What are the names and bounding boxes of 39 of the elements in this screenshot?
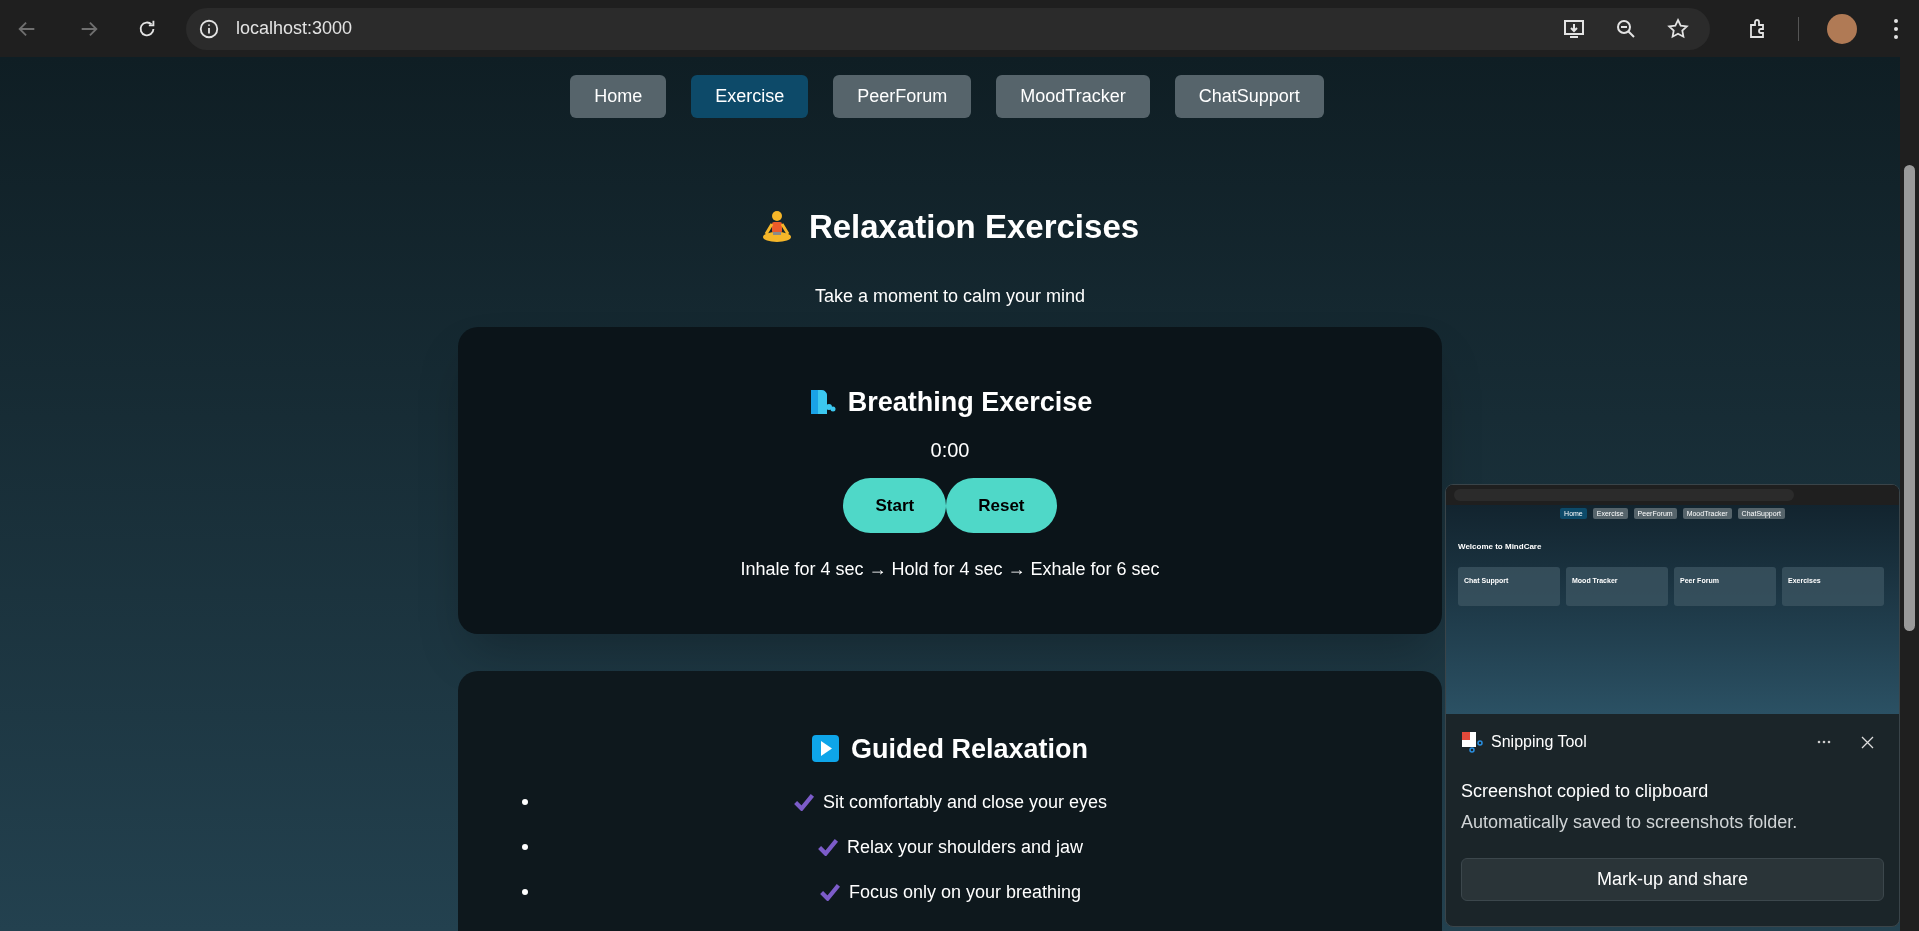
instructions-text: Inhale for 4 sec → Hold for 4 sec → Exhale for 6 sec [740,558,1160,581]
page-title: Relaxation Exercises [808,207,1140,247]
list-item-text: Relax your shoulders and jaw [846,835,1084,859]
check-icon [816,838,839,856]
start-button[interactable]: Start [843,478,947,533]
list-item-text: Focus only on your breathing [848,880,1082,904]
timer-text: 0:00 [930,438,970,463]
check-icon [792,793,815,811]
nav-tab[interactable]: PeerForum [833,75,972,118]
profile-avatar[interactable] [1827,13,1857,44]
nav-tab[interactable]: ChatSupport [1174,75,1324,118]
nav-tab[interactable]: MoodTracker [996,75,1150,118]
bullet-icon [522,889,528,895]
menu-icon[interactable] [1893,17,1899,40]
more-options-icon[interactable] [1817,740,1831,744]
address-bar[interactable]: localhost:3000 [186,7,1710,50]
notification-message: Automatically saved to screenshots folder. [1461,811,1799,834]
snipping-tool-icon [1461,731,1483,753]
play-icon [811,735,839,763]
page-subtitle: Take a moment to calm your mind [814,284,1086,308]
app-name: Snipping Tool [1491,732,1587,752]
check-icon [818,883,841,901]
info-icon[interactable] [198,17,220,40]
nav-tab[interactable]: Exercise [691,75,809,118]
close-icon[interactable] [1861,735,1874,749]
list-item-text: Sit comfortably and close your eyes [822,790,1108,814]
scrollbar-thumb[interactable] [1904,165,1915,631]
card-title: Breathing Exercise [847,385,1093,419]
url-text: localhost:3000 [236,17,353,40]
meditation-icon [760,209,793,244]
card-title: Guided Relaxation [850,732,1088,766]
notification-title: Screenshot copied to clipboard [1461,780,1710,803]
thumbnail-title: Welcome to MindCare [1458,541,1543,553]
bullet-icon [522,844,528,850]
reset-button[interactable]: Reset [946,478,1057,533]
bullet-icon [522,799,528,805]
markup-share-button[interactable]: Mark-up and share [1461,858,1884,901]
nav-tab[interactable]: Home [570,75,667,118]
star-icon[interactable] [1666,16,1690,41]
